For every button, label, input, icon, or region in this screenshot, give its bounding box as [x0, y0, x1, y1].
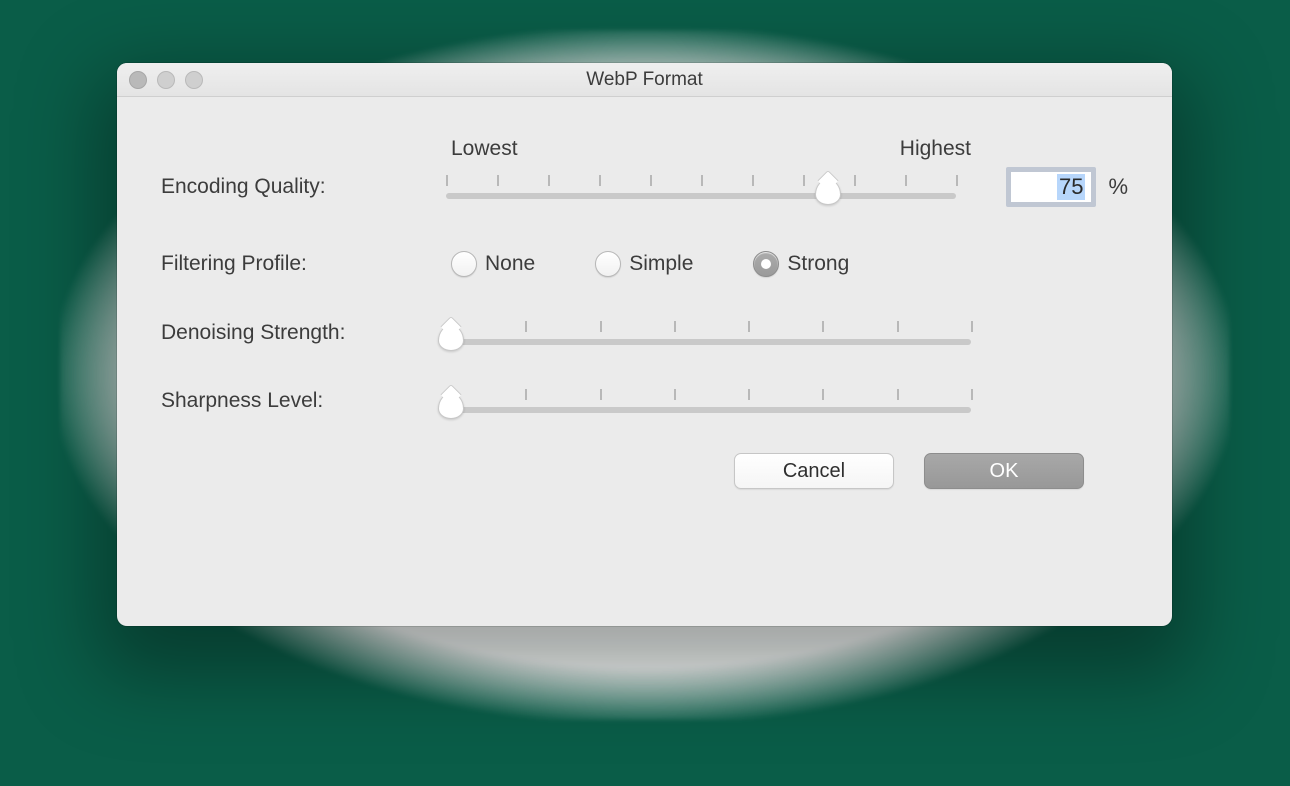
filter-radio-simple[interactable]: Simple — [595, 251, 693, 277]
axis-labels-row: Lowest Highest — [161, 137, 1128, 161]
radio-icon — [753, 251, 779, 277]
axis-high-label: Highest — [900, 137, 971, 161]
encoding-quality-row: Encoding Quality: 75 % — [161, 167, 1128, 207]
dialog-content: Lowest Highest Encoding Quality: 75 % Fi… — [117, 97, 1172, 519]
filtering-profile-row: Filtering Profile: None Simple Strong — [161, 251, 1128, 277]
filter-radio-strong[interactable]: Strong — [753, 251, 849, 277]
dialog-window: WebP Format Lowest Highest Encoding Qual… — [117, 63, 1172, 626]
window-controls — [129, 71, 203, 89]
slider-thumb[interactable] — [438, 393, 464, 419]
zoom-icon[interactable] — [185, 71, 203, 89]
radio-icon — [595, 251, 621, 277]
minimize-icon[interactable] — [157, 71, 175, 89]
encoding-quality-input[interactable]: 75 — [1006, 167, 1097, 207]
slider-thumb[interactable] — [438, 325, 464, 351]
slider-thumb[interactable] — [815, 179, 841, 205]
axis-low-label: Lowest — [451, 137, 518, 161]
ok-button[interactable]: OK — [924, 453, 1084, 489]
dialog-footer: Cancel OK — [161, 443, 1128, 489]
radio-icon — [451, 251, 477, 277]
denoising-strength-row: Denoising Strength: — [161, 321, 1128, 345]
window-title: WebP Format — [117, 69, 1172, 91]
sharpness-level-label: Sharpness Level: — [161, 389, 451, 413]
encoding-quality-label: Encoding Quality: — [161, 175, 446, 199]
close-icon[interactable] — [129, 71, 147, 89]
denoising-strength-label: Denoising Strength: — [161, 321, 451, 345]
sharpness-level-slider[interactable] — [451, 389, 971, 413]
filtering-profile-label: Filtering Profile: — [161, 252, 451, 276]
percent-unit: % — [1108, 174, 1128, 200]
denoising-strength-slider[interactable] — [451, 321, 971, 345]
encoding-quality-slider[interactable] — [446, 175, 956, 199]
filter-radio-none[interactable]: None — [451, 251, 535, 277]
titlebar: WebP Format — [117, 63, 1172, 97]
cancel-button[interactable]: Cancel — [734, 453, 894, 489]
sharpness-level-row: Sharpness Level: — [161, 389, 1128, 413]
